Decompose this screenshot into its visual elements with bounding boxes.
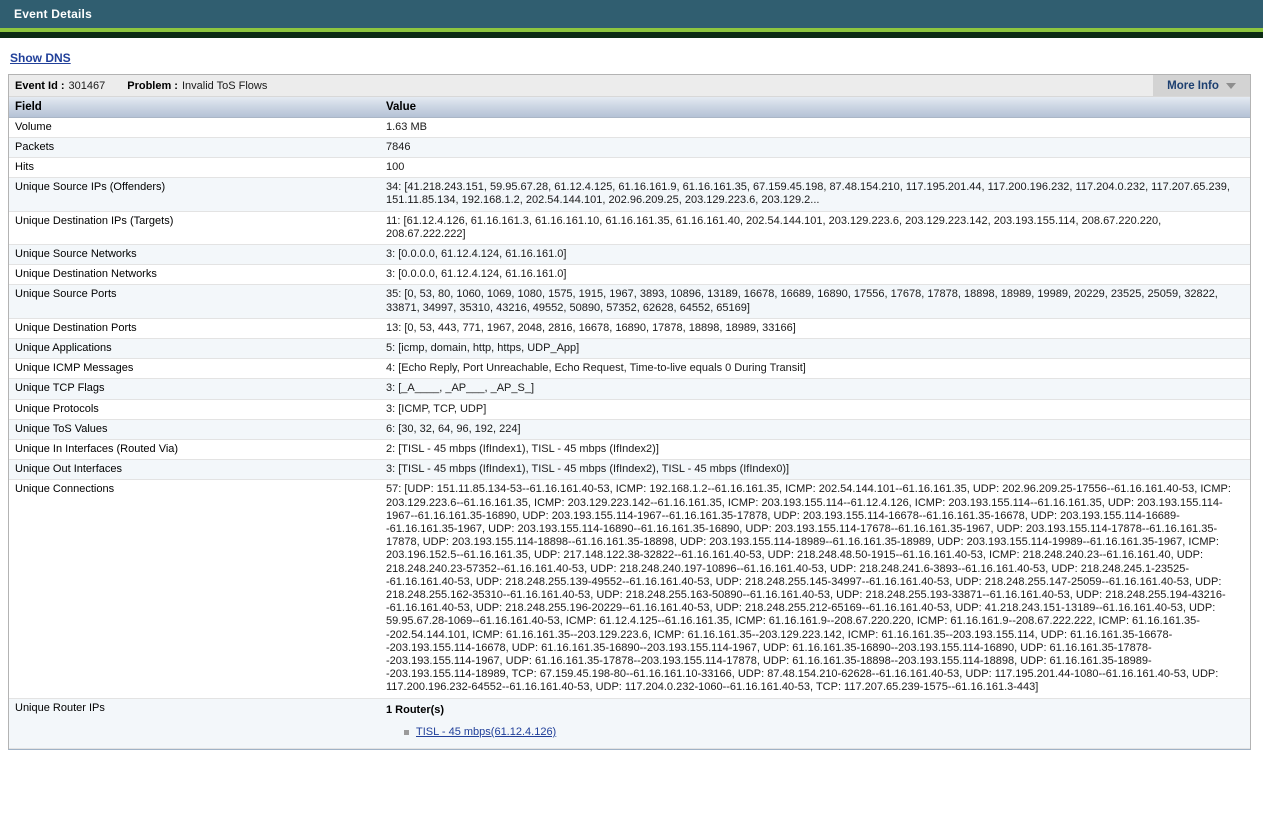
field-name: Unique ICMP Messages <box>9 359 386 379</box>
column-header-field: Field <box>9 97 386 117</box>
field-name: Unique Router IPs <box>9 698 386 748</box>
more-info-label: More Info <box>1167 80 1219 92</box>
field-name: Unique Source Ports <box>9 285 386 318</box>
show-dns-row: Show DNS <box>0 38 1263 74</box>
table-row: Unique Source Networks3: [0.0.0.0, 61.12… <box>9 244 1250 264</box>
table-row: Unique Source IPs (Offenders)34: [41.218… <box>9 178 1250 211</box>
field-name: Hits <box>9 157 386 177</box>
field-value: 3: [0.0.0.0, 61.12.4.124, 61.16.161.0] <box>386 244 1250 264</box>
event-id-label: Event Id : <box>15 80 65 92</box>
field-name: Packets <box>9 137 386 157</box>
table-row: Unique ICMP Messages4: [Echo Reply, Port… <box>9 359 1250 379</box>
field-value: 1 Router(s) TISL - 45 mbps(61.12.4.126) <box>386 698 1250 748</box>
field-value: 1.63 MB <box>386 117 1250 137</box>
field-name: Unique Applications <box>9 338 386 358</box>
field-value: 100 <box>386 157 1250 177</box>
field-value: 7846 <box>386 137 1250 157</box>
router-link[interactable]: TISL - 45 mbps(61.12.4.126) <box>416 726 556 739</box>
field-value: 3: [0.0.0.0, 61.12.4.124, 61.16.161.0] <box>386 265 1250 285</box>
field-name: Volume <box>9 117 386 137</box>
table-row: Unique TCP Flags3: [_A____, _AP___, _AP_… <box>9 379 1250 399</box>
table-row: Unique In Interfaces (Routed Via)2: [TIS… <box>9 439 1250 459</box>
event-id-value: 301467 <box>69 80 106 92</box>
event-details-panel: Event Id : 301467 Problem : Invalid ToS … <box>8 74 1251 750</box>
problem-label: Problem : <box>127 80 178 92</box>
event-summary-bar: Event Id : 301467 Problem : Invalid ToS … <box>9 75 1250 97</box>
table-row: Unique ToS Values6: [30, 32, 64, 96, 192… <box>9 419 1250 439</box>
table-row: Unique Source Ports35: [0, 53, 80, 1060,… <box>9 285 1250 318</box>
field-value: 34: [41.218.243.151, 59.95.67.28, 61.12.… <box>386 178 1250 211</box>
field-name: Unique Protocols <box>9 399 386 419</box>
table-row: Volume1.63 MB <box>9 117 1250 137</box>
caret-down-icon <box>1226 83 1236 89</box>
field-value: 13: [0, 53, 443, 771, 1967, 2048, 2816, … <box>386 318 1250 338</box>
page-header: Event Details <box>0 0 1263 28</box>
field-value: 57: [UDP: 151.11.85.134-53--61.16.161.40… <box>386 480 1250 698</box>
field-name: Unique In Interfaces (Routed Via) <box>9 439 386 459</box>
router-count: 1 Router(s) <box>386 702 1240 717</box>
router-list-item: TISL - 45 mbps(61.12.4.126) <box>404 726 1240 739</box>
table-row: Packets7846 <box>9 137 1250 157</box>
problem-value: Invalid ToS Flows <box>182 80 267 92</box>
table-row: Hits100 <box>9 157 1250 177</box>
field-name: Unique Source Networks <box>9 244 386 264</box>
field-name: Unique ToS Values <box>9 419 386 439</box>
field-value: 3: [_A____, _AP___, _AP_S_] <box>386 379 1250 399</box>
field-value: 4: [Echo Reply, Port Unreachable, Echo R… <box>386 359 1250 379</box>
table-row: Unique Applications5: [icmp, domain, htt… <box>9 338 1250 358</box>
field-value: 3: [ICMP, TCP, UDP] <box>386 399 1250 419</box>
table-row: Unique Connections57: [UDP: 151.11.85.13… <box>9 480 1250 698</box>
field-name: Unique Destination IPs (Targets) <box>9 211 386 244</box>
field-name: Unique Destination Networks <box>9 265 386 285</box>
table-row: Unique Destination Networks3: [0.0.0.0, … <box>9 265 1250 285</box>
table-row: Unique Protocols3: [ICMP, TCP, UDP] <box>9 399 1250 419</box>
field-value: 35: [0, 53, 80, 1060, 1069, 1080, 1575, … <box>386 285 1250 318</box>
table-row: Unique Out Interfaces3: [TISL - 45 mbps … <box>9 460 1250 480</box>
field-value: 5: [icmp, domain, http, https, UDP_App] <box>386 338 1250 358</box>
field-name: Unique Destination Ports <box>9 318 386 338</box>
field-name: Unique Source IPs (Offenders) <box>9 178 386 211</box>
show-dns-link[interactable]: Show DNS <box>10 51 71 65</box>
page-title: Event Details <box>14 7 92 21</box>
square-bullet-icon <box>404 730 409 735</box>
table-row: Unique Destination IPs (Targets)11: [61.… <box>9 211 1250 244</box>
event-detail-table: Field Value Volume1.63 MBPackets7846Hits… <box>9 97 1250 749</box>
field-name: Unique Connections <box>9 480 386 698</box>
more-info-button[interactable]: More Info <box>1153 75 1250 96</box>
table-header-row: Field Value <box>9 97 1250 117</box>
field-value: 11: [61.12.4.126, 61.16.161.3, 61.16.161… <box>386 211 1250 244</box>
field-value: 6: [30, 32, 64, 96, 192, 224] <box>386 419 1250 439</box>
field-value: 2: [TISL - 45 mbps (IfIndex1), TISL - 45… <box>386 439 1250 459</box>
field-value: 3: [TISL - 45 mbps (IfIndex1), TISL - 45… <box>386 460 1250 480</box>
table-row-unique-router-ips: Unique Router IPs 1 Router(s) TISL - 45 … <box>9 698 1250 748</box>
table-row: Unique Destination Ports13: [0, 53, 443,… <box>9 318 1250 338</box>
field-name: Unique TCP Flags <box>9 379 386 399</box>
field-name: Unique Out Interfaces <box>9 460 386 480</box>
column-header-value: Value <box>386 97 1250 117</box>
